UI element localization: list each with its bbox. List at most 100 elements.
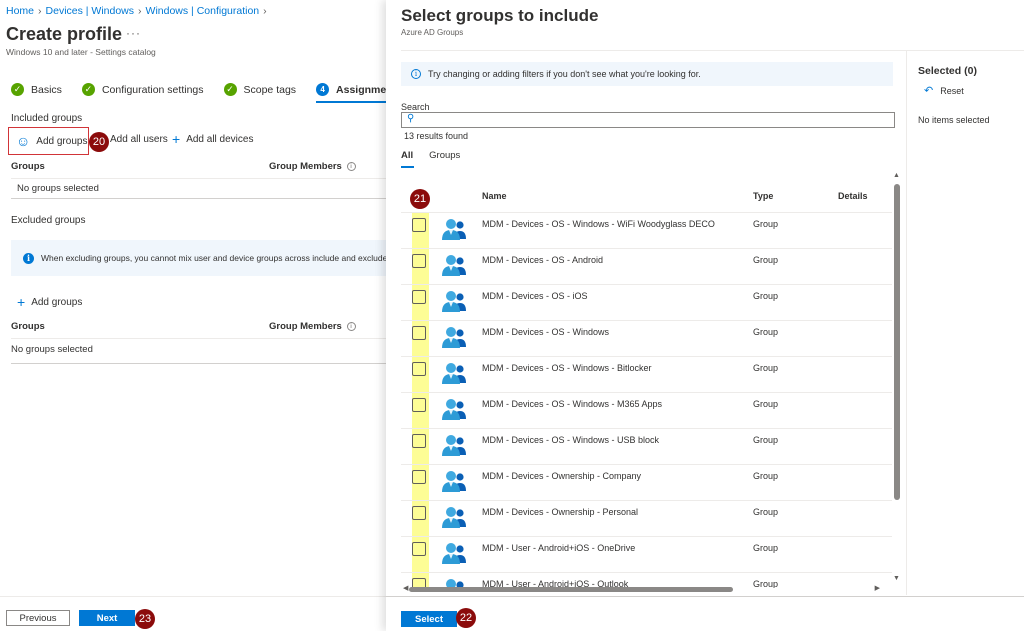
included-groups-label: Included groups: [11, 113, 83, 124]
column-details[interactable]: Details: [838, 191, 868, 201]
add-all-devices-button[interactable]: + Add all devices: [172, 132, 253, 146]
search-field[interactable]: ⚲: [401, 112, 895, 128]
info-icon: i: [411, 69, 421, 79]
search-input[interactable]: [420, 113, 890, 127]
group-row[interactable]: MDM - User - Android+iOS - OneDrive Group: [401, 536, 892, 572]
row-checkbox[interactable]: [412, 542, 426, 556]
callout-badge-23: 23: [135, 609, 155, 629]
excluded-add-groups-button[interactable]: + Add groups: [17, 295, 82, 309]
group-row[interactable]: MDM - Devices - OS - Android Group: [401, 248, 892, 284]
create-profile-page: Home › Devices | Windows › Windows | Configu…: [0, 0, 404, 631]
scroll-down-icon[interactable]: ▼: [893, 575, 900, 582]
exclude-info-text: When excluding groups, you cannot mix us…: [41, 253, 386, 263]
next-button[interactable]: Next: [79, 610, 135, 626]
row-checkbox[interactable]: [412, 362, 426, 376]
tab-all[interactable]: All: [401, 150, 415, 168]
info-icon[interactable]: i: [346, 322, 356, 331]
group-name: MDM - Devices - Ownership - Company: [482, 471, 642, 481]
row-checkbox[interactable]: [412, 470, 426, 484]
group-row[interactable]: MDM - Devices - Ownership - Company Group: [401, 464, 892, 500]
scroll-up-icon[interactable]: ▲: [893, 172, 900, 179]
group-name: MDM - Devices - OS - Android: [482, 255, 604, 265]
column-name[interactable]: Name: [482, 191, 507, 201]
group-row[interactable]: MDM - Devices - OS - Windows - WiFi Wood…: [401, 212, 892, 248]
step-basics[interactable]: ✓ Basics: [11, 83, 62, 96]
plus-icon: +: [17, 294, 26, 310]
group-type: Group: [753, 507, 779, 517]
add-all-devices-label: Add all devices: [186, 133, 254, 145]
group-type: Group: [753, 219, 779, 229]
included-table-header: Groups Group Members i: [11, 161, 386, 172]
horizontal-scrollbar[interactable]: ◀ ▶: [401, 585, 892, 595]
add-groups-button[interactable]: ☺ Add groups: [16, 134, 87, 148]
select-groups-blade: Select groups to include Azure AD Groups…: [386, 0, 1024, 631]
group-icon: [441, 505, 469, 529]
group-icon: [441, 541, 469, 565]
filter-hint-banner: i Try changing or adding filters if you d…: [401, 62, 893, 86]
breadcrumb-devices-windows[interactable]: Devices | Windows: [46, 5, 135, 17]
breadcrumb-windows-configuration[interactable]: Windows | Configuration: [146, 5, 260, 17]
wizard-steps: ✓ Basics ✓ Configuration settings ✓ Scope t…: [11, 83, 422, 103]
chevron-right-icon: ›: [263, 5, 267, 17]
step-scope-tags[interactable]: ✓ Scope tags: [223, 83, 296, 96]
vertical-scrollbar[interactable]: ▲ ▼: [892, 172, 902, 582]
group-icon: [441, 469, 469, 493]
previous-button[interactable]: Previous: [6, 610, 70, 626]
scroll-right-icon[interactable]: ▶: [875, 584, 880, 592]
search-label: Search: [401, 102, 430, 112]
group-type: Group: [753, 471, 779, 481]
row-checkbox[interactable]: [412, 398, 426, 412]
group-row[interactable]: MDM - Devices - OS - Windows Group: [401, 320, 892, 356]
add-all-users-label: Add all users: [110, 134, 168, 145]
select-button[interactable]: Select: [401, 611, 457, 627]
group-icon: [441, 289, 469, 313]
divider: [401, 50, 1024, 51]
selected-count-title: Selected (0): [918, 65, 977, 77]
step-configuration-settings[interactable]: ✓ Configuration settings: [81, 83, 204, 96]
group-icon: [441, 325, 469, 349]
group-name: MDM - Devices - Ownership - Personal: [482, 507, 639, 517]
group-row[interactable]: MDM - Devices - OS - Windows - USB block…: [401, 428, 892, 464]
add-user-icon: ☺: [16, 133, 31, 149]
group-row[interactable]: MDM - Devices - Ownership - Personal Grou…: [401, 500, 892, 536]
info-icon: i: [23, 252, 34, 264]
more-options-icon[interactable]: ···: [126, 26, 141, 40]
add-all-users-button[interactable]: Add all users: [110, 134, 168, 145]
included-empty-message: No groups selected: [17, 183, 99, 194]
add-groups-label: Add groups: [31, 296, 83, 308]
group-row[interactable]: MDM - Devices - OS - Windows - M365 Apps…: [401, 392, 892, 428]
checkmark-icon: ✓: [223, 83, 237, 96]
scrollbar-thumb[interactable]: [894, 184, 900, 500]
results-count: 13 results found: [404, 131, 469, 141]
breadcrumb: Home › Devices | Windows › Windows | Configu…: [6, 5, 271, 17]
row-checkbox[interactable]: [412, 506, 426, 520]
group-type: Group: [753, 435, 779, 445]
column-groups: Groups: [11, 161, 45, 172]
row-checkbox[interactable]: [412, 254, 426, 268]
row-checkbox[interactable]: [412, 218, 426, 232]
scroll-left-icon[interactable]: ◀: [403, 584, 408, 592]
breadcrumb-home[interactable]: Home: [6, 5, 34, 17]
group-type: Group: [753, 363, 779, 373]
group-icon: [441, 433, 469, 457]
group-name: MDM - Devices - OS - iOS: [482, 291, 588, 301]
blade-title: Select groups to include: [401, 6, 599, 25]
group-row[interactable]: MDM - Devices - OS - iOS Group: [401, 284, 892, 320]
excluded-empty-message: No groups selected: [11, 344, 93, 355]
search-icon: ⚲: [407, 113, 415, 124]
info-icon[interactable]: i: [346, 162, 356, 171]
step-label: Basics: [31, 83, 62, 96]
row-checkbox[interactable]: [412, 434, 426, 448]
tab-groups[interactable]: Groups: [429, 150, 460, 161]
reset-button[interactable]: ↶ Reset: [924, 84, 964, 97]
callout-badge-22: 22: [456, 608, 476, 628]
add-groups-label: Add groups: [36, 135, 88, 147]
divider: [11, 178, 386, 179]
scrollbar-thumb[interactable]: [409, 587, 733, 592]
group-row[interactable]: MDM - Devices - OS - Windows - Bitlocker…: [401, 356, 892, 392]
column-type[interactable]: Type: [753, 191, 773, 201]
column-group-members: Group Members i: [269, 161, 356, 172]
group-type: Group: [753, 399, 779, 409]
row-checkbox[interactable]: [412, 290, 426, 304]
row-checkbox[interactable]: [412, 326, 426, 340]
